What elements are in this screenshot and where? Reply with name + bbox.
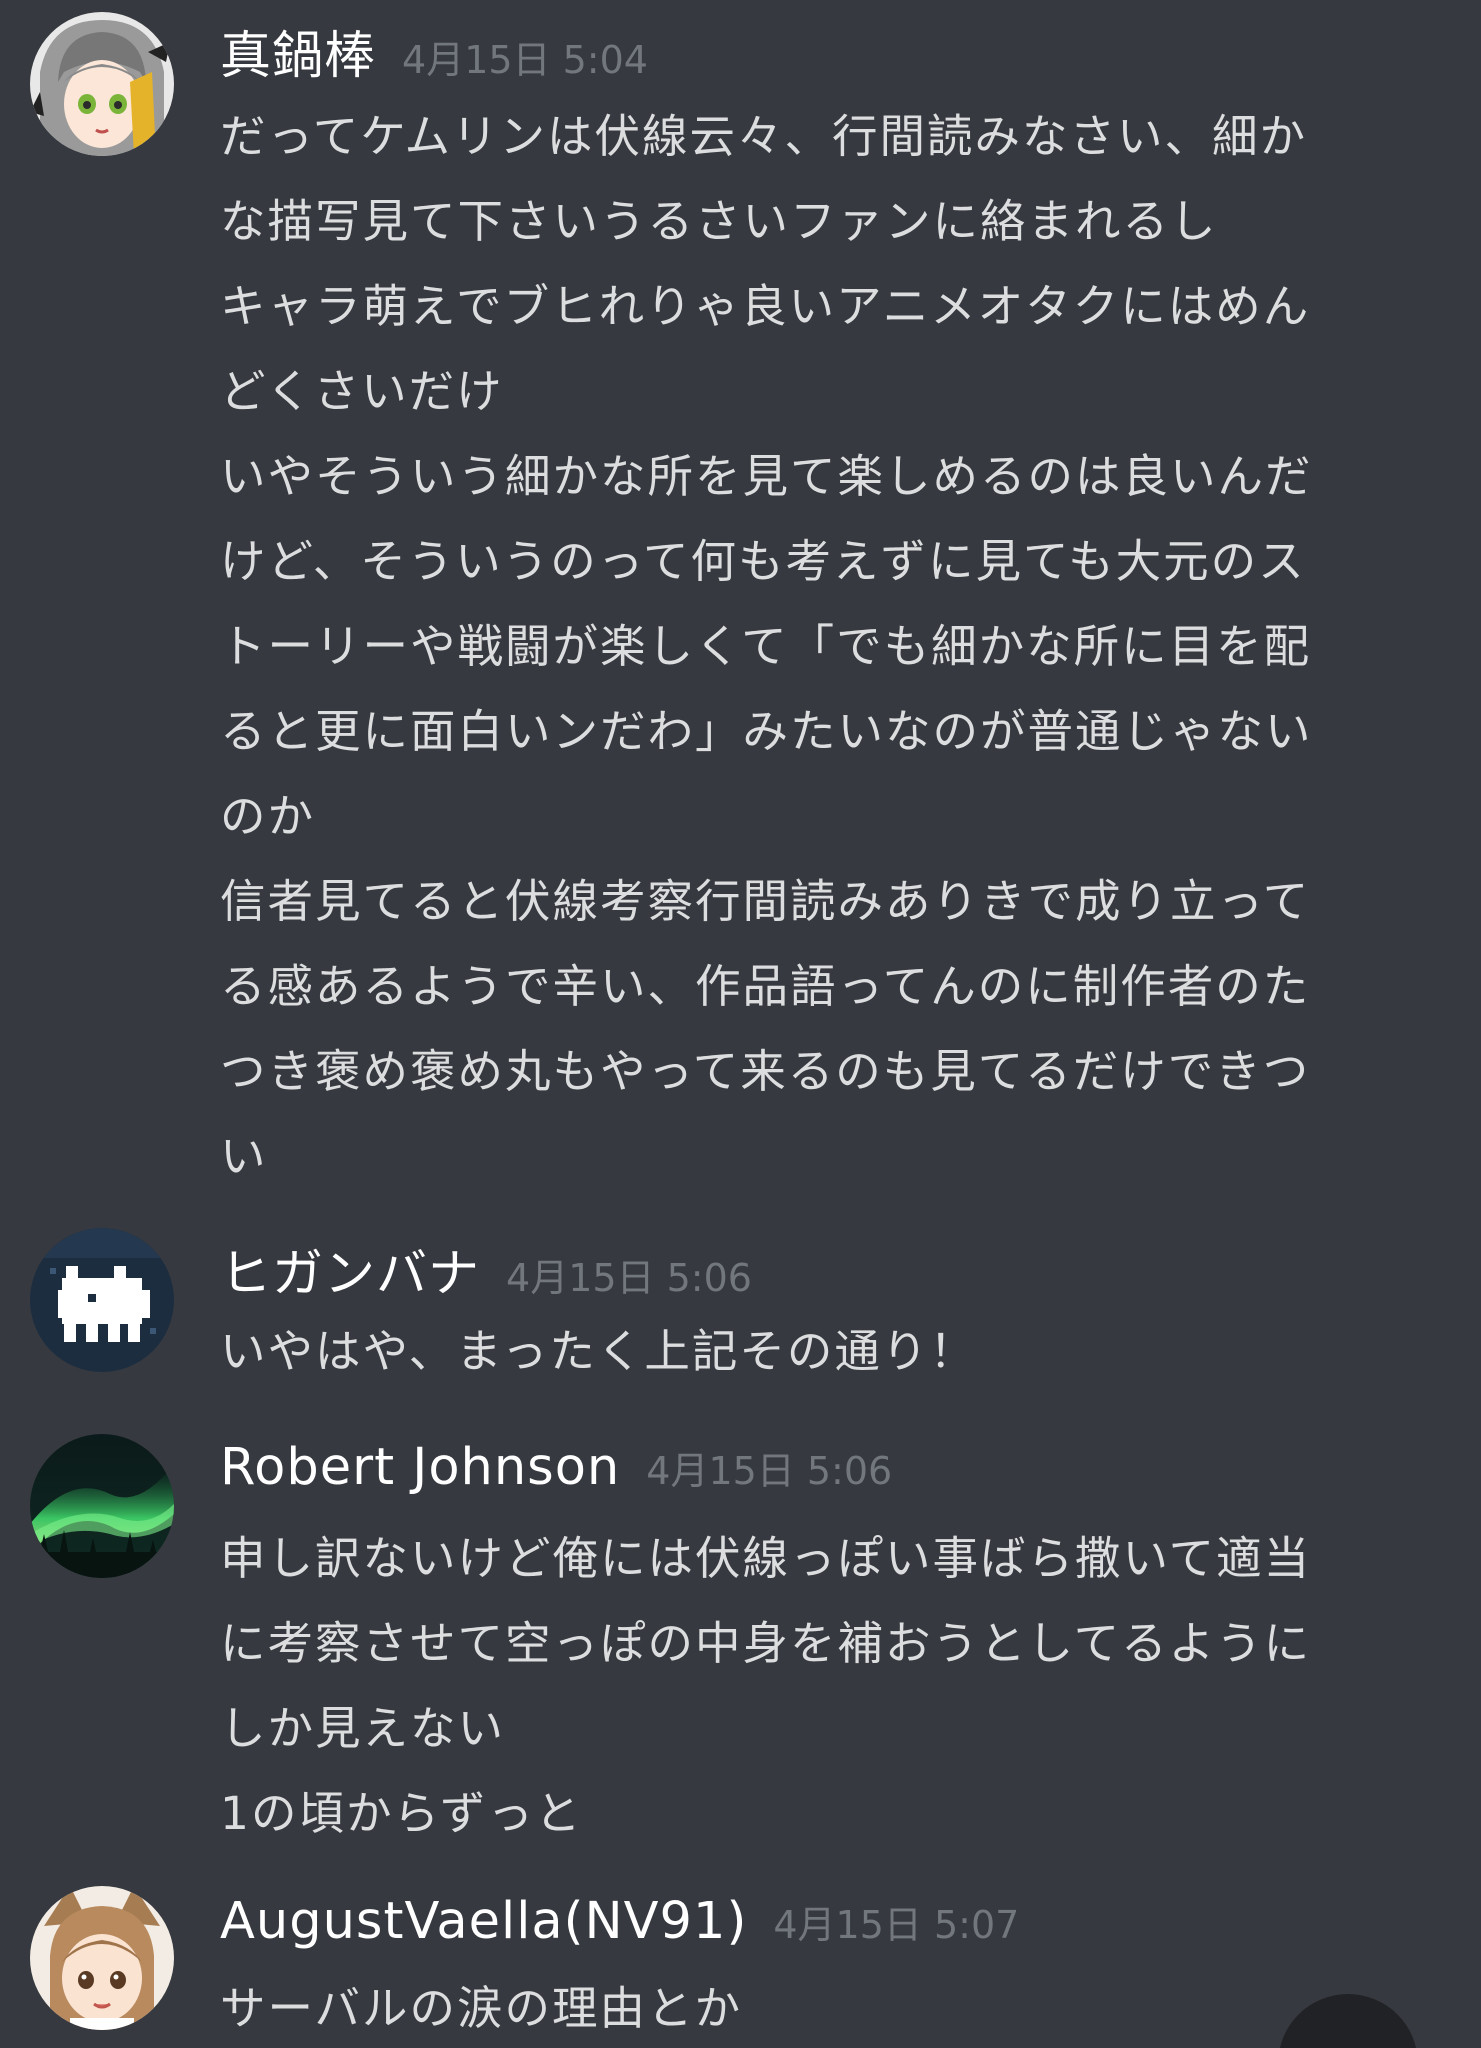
timestamp: 4月15日 5:06 <box>646 1449 893 1493</box>
username[interactable]: Robert Johnson <box>220 1438 620 1497</box>
anime-serval-avatar-icon[interactable] <box>30 1886 174 2030</box>
timestamp: 4月15日 5:06 <box>506 1256 752 1300</box>
message-line: サーバルの涙の理由とか <box>220 1982 743 2035</box>
message-content: 申し訳ないけど俺には伏線っぽい事ばら撒いて適当 に考察させて空っぽの中身を補おう… <box>220 1516 1460 1856</box>
message-line: 申し訳ないけど俺には伏線っぽい事ばら撒いて適当 <box>220 1532 1312 1585</box>
message-line: つき褒め褒め丸もやって来るのも見てるだけできつ <box>220 1045 1311 1098</box>
timestamp: 4月15日 5:04 <box>402 38 648 82</box>
message-line: どくさいだけ <box>220 365 504 418</box>
username[interactable]: 真鍋棒 <box>220 27 376 86</box>
timestamp: 4月15日 5:07 <box>773 1903 1020 1947</box>
message-line: トーリーや戦闘が楽しくて「でも細かな所に目を配 <box>220 620 1312 673</box>
message-content: だってケムリンは伏線云々、行間読みなさい、細か な描写見て下さいうるさいファンに… <box>220 94 1460 1199</box>
anime-girl-avatar-icon[interactable] <box>30 12 174 156</box>
message-line: る感あるようで辛い、作品語ってんのに制作者のた <box>220 960 1311 1013</box>
message-header: AugustVaella(NV91) 4月15日 5:07 <box>220 1892 1019 1951</box>
message-line: な描写見て下さいうるさいファンに絡まれるし <box>220 195 1218 248</box>
message-line: キャラ萌えでブヒれりゃ良いアニメオタクにはめん <box>220 280 1311 333</box>
message-header: 真鍋棒 4月15日 5:04 <box>220 14 648 88</box>
message-line: いやはや、まったく上記その通り！ <box>220 1325 977 1378</box>
message-line: いやそういう細かな所を見て楽しめるのは良いんだ <box>220 450 1313 503</box>
message-line: 信者見てると伏線考察行間読みありきで成り立って <box>220 875 1311 928</box>
message-line: のか <box>220 790 316 843</box>
message-line: ると更に面白いンだわ」みたいなのが普通じゃない <box>220 705 1313 758</box>
message-line: い <box>220 1130 268 1183</box>
message-header: Robert Johnson 4月15日 5:06 <box>220 1438 892 1497</box>
message-header: ヒガンバナ 4月15日 5:06 <box>220 1232 752 1306</box>
message-line: けど、そういうのって何も考えずに見ても大元のス <box>220 535 1306 588</box>
pixel-creature-avatar-icon[interactable] <box>30 1228 174 1372</box>
username[interactable]: ヒガンバナ <box>220 1245 480 1304</box>
message-line: しか見えない <box>220 1702 506 1755</box>
aurora-avatar-icon[interactable] <box>30 1434 174 1578</box>
message-content: サーバルの涙の理由とか <box>220 1966 1460 2048</box>
message-line: だってケムリンは伏線云々、行間読みなさい、細か <box>220 110 1308 163</box>
message-line: 1の頃からずっと <box>220 1787 583 1840</box>
username[interactable]: AugustVaella(NV91) <box>220 1892 747 1951</box>
message-line: に考察させて空っぽの中身を補おうとしてるように <box>220 1617 1312 1670</box>
message-content: いやはや、まったく上記その通り！ <box>220 1309 1460 1394</box>
